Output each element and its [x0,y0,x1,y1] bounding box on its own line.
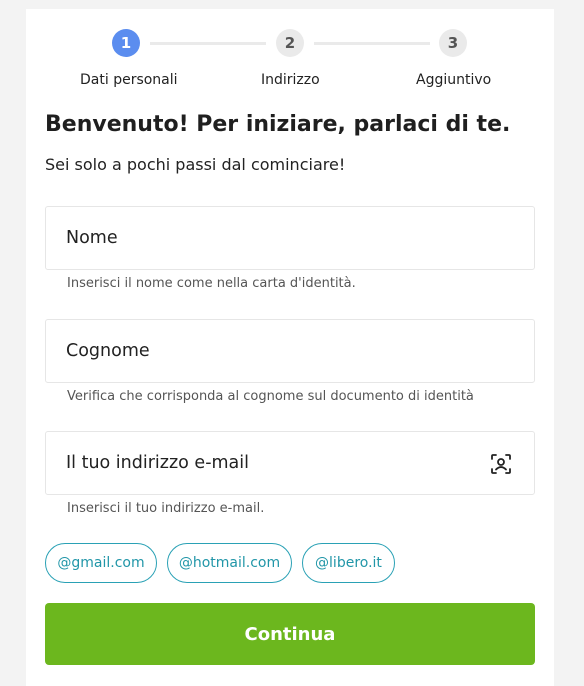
first-name-field [45,206,535,270]
step-connector [150,42,266,45]
step-1-label: Dati personali [80,72,178,88]
step-2-indicator: 2 [276,29,304,57]
step-3-indicator: 3 [439,29,467,57]
last-name-helper: Verifica che corrisponda al cognome sul … [67,389,474,404]
step-1-indicator: 1 [112,29,140,57]
last-name-input[interactable] [46,320,534,382]
continue-button[interactable]: Continua [45,603,535,665]
email-field [45,431,535,495]
signup-card: 1 2 3 Dati personali Indirizzo Aggiuntiv… [26,9,554,686]
email-domain-chip-libero[interactable]: @libero.it [302,543,395,583]
page-subtitle: Sei solo a pochi passi dal cominciare! [45,155,346,174]
last-name-field [45,319,535,383]
first-name-helper: Inserisci il nome come nella carta d'ide… [67,276,356,291]
email-input[interactable] [46,432,534,494]
page-title: Benvenuto! Per iniziare, parlaci di te. [45,112,511,137]
email-helper: Inserisci il tuo indirizzo e-mail. [67,501,265,516]
step-3-label: Aggiuntivo [416,72,492,88]
email-domain-chip-gmail[interactable]: @gmail.com [45,543,157,583]
stepper: 1 2 3 Dati personali Indirizzo Aggiuntiv… [26,9,554,109]
first-name-input[interactable] [46,207,534,269]
contact-icon[interactable] [490,453,512,475]
email-domain-chip-hotmail[interactable]: @hotmail.com [167,543,292,583]
step-connector [314,42,430,45]
step-2-label: Indirizzo [261,72,320,88]
